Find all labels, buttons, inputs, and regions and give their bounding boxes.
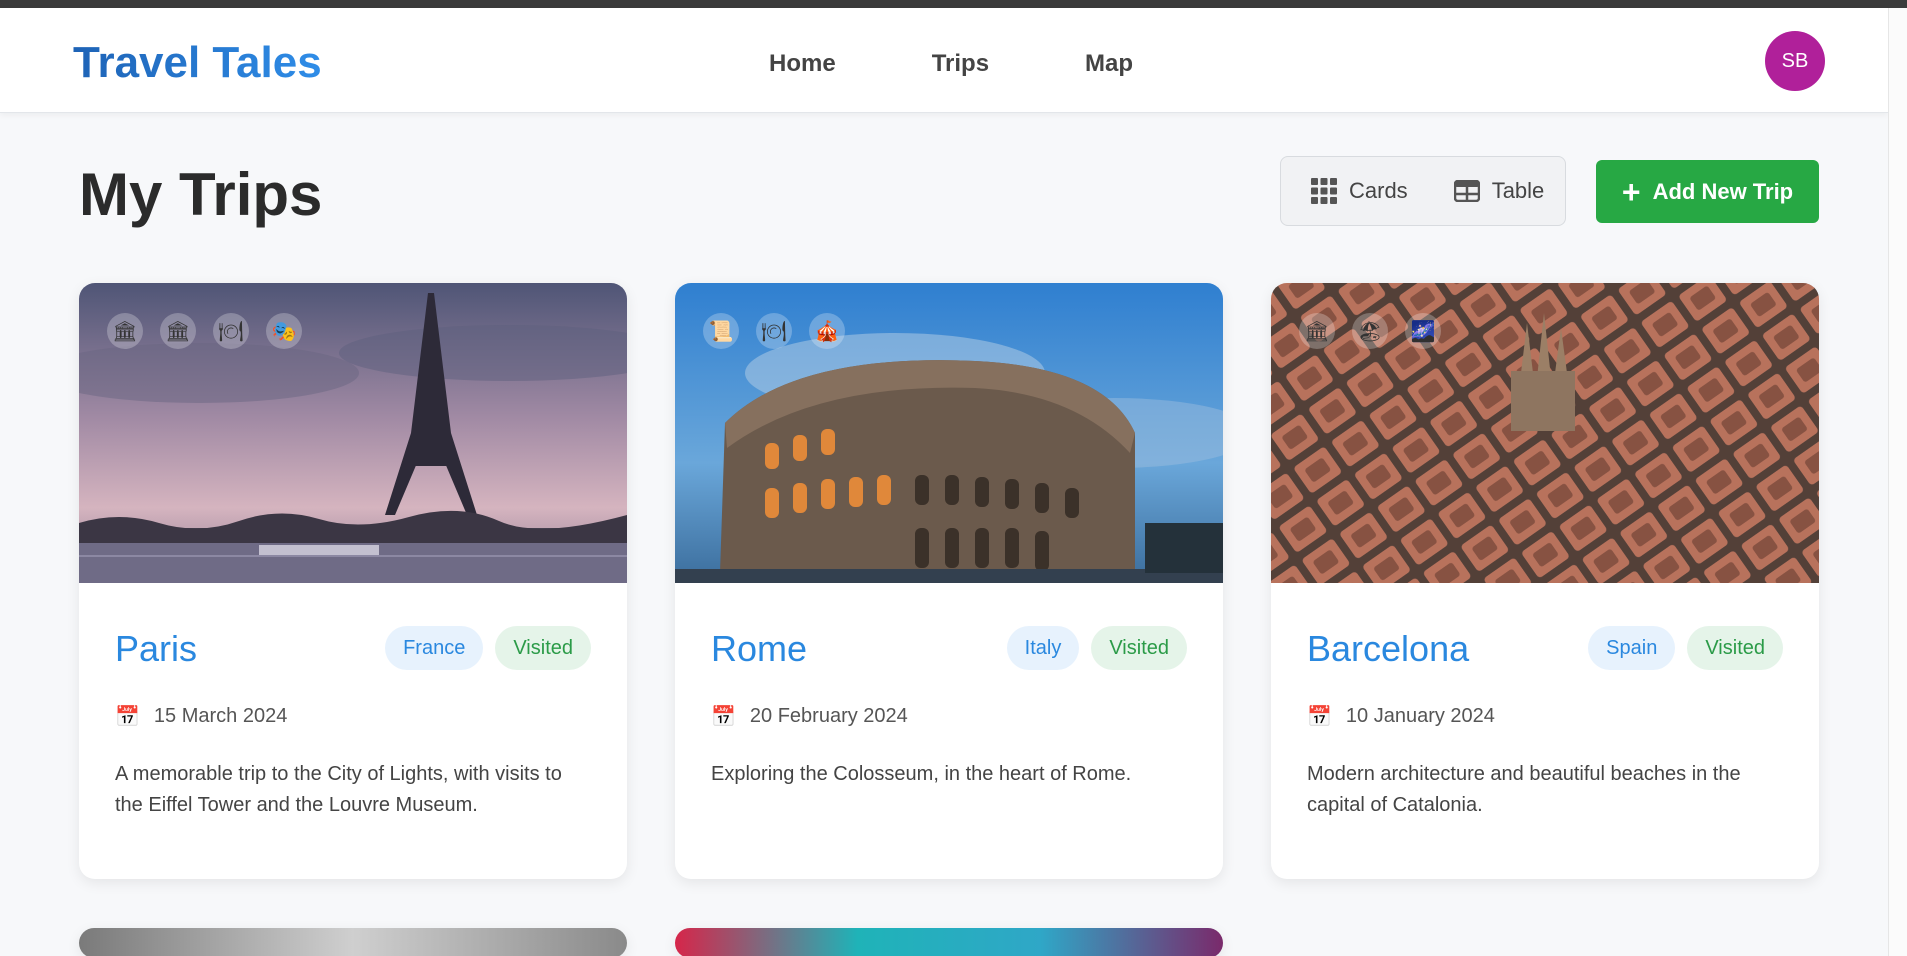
trip-badges: Spain Visited (1588, 626, 1783, 670)
trip-city-name[interactable]: Barcelona (1307, 628, 1469, 670)
add-new-trip-button[interactable]: + Add New Trip (1596, 160, 1819, 223)
trip-city-name[interactable]: Paris (115, 628, 197, 670)
museum-icon: 🏛 (107, 313, 143, 349)
night-sky-icon: 🌌 (1405, 313, 1441, 349)
trip-city-name[interactable]: Rome (711, 628, 807, 670)
app-header: Travel Tales Home Trips Map SB (0, 8, 1888, 113)
dining-icon: 🍽 (213, 313, 249, 349)
cards-view-label: Cards (1349, 178, 1408, 203)
circus-tent-icon: 🎪 (809, 313, 845, 349)
user-avatar[interactable]: SB (1765, 31, 1825, 91)
app-logo[interactable]: Travel Tales (73, 38, 322, 88)
trip-description: Modern architecture and beautiful beache… (1307, 763, 1741, 816)
trip-photo-partial (79, 928, 627, 956)
trip-card-paris[interactable]: 🏛 🏛 🍽 🎭 Paris France Visited 📅 15 March … (79, 283, 627, 879)
scroll-icon: 📜 (703, 313, 739, 349)
activity-icons: 📜 🍽 🎪 (703, 313, 845, 349)
trip-description: Exploring the Colosseum, in the heart of… (711, 763, 1132, 785)
calendar-icon: 📅 (1307, 706, 1332, 728)
museum-icon: 🏛 (1299, 313, 1335, 349)
status-badge: Visited (1091, 626, 1187, 670)
status-badge: Visited (495, 626, 591, 670)
trip-card-partial[interactable] (675, 928, 1223, 956)
calendar-icon: 📅 (711, 706, 736, 728)
trip-date-text: 20 February 2024 (749, 705, 908, 727)
trip-badges: France Visited (385, 626, 591, 670)
trip-date-text: 10 January 2024 (1345, 705, 1495, 727)
table-view-button[interactable]: Table (1453, 178, 1545, 204)
trip-card-barcelona[interactable]: 🏛 🏖 🌌 Barcelona Spain Visited 📅 10 Janua… (1271, 283, 1819, 879)
trip-date-text: 15 March 2024 (153, 705, 288, 727)
trip-date: 📅 20 February 2024 (711, 704, 908, 729)
nav-trips[interactable]: Trips (932, 50, 989, 78)
beach-umbrella-icon: 🏖 (1352, 313, 1388, 349)
trip-description: A memorable trip to the City of Lights, … (115, 763, 562, 816)
country-badge: Italy (1006, 626, 1080, 670)
trip-card-partial[interactable] (79, 928, 627, 956)
trip-photo-eiffel-tower: 🏛 🏛 🍽 🎭 (79, 283, 627, 583)
country-badge: Spain (1588, 626, 1676, 670)
theater-icon: 🎭 (266, 313, 302, 349)
grid-icon (1311, 178, 1337, 204)
trip-photo-sagrada-familia: 🏛 🏖 🌌 (1271, 283, 1819, 583)
country-badge: France (385, 626, 484, 670)
page-scrollbar[interactable] (1888, 8, 1907, 956)
activity-icons: 🏛 🏛 🍽 🎭 (107, 313, 302, 349)
plus-icon: + (1621, 173, 1641, 210)
page-title: My Trips (79, 161, 323, 228)
calendar-icon: 📅 (115, 706, 140, 728)
trip-card-rome[interactable]: 📜 🍽 🎪 Rome Italy Visited 📅 20 February 2… (675, 283, 1223, 879)
nav-map[interactable]: Map (1085, 50, 1133, 78)
table-icon (1453, 180, 1480, 202)
trip-photo-partial (675, 928, 1223, 956)
cards-view-button[interactable]: Cards (1311, 178, 1408, 204)
main-nav: Home Trips Map (769, 50, 1229, 78)
nav-home[interactable]: Home (769, 50, 836, 78)
trip-date: 📅 10 January 2024 (1307, 704, 1495, 729)
window-top-strip (0, 0, 1907, 8)
trip-badges: Italy Visited (1006, 626, 1187, 670)
view-toggle: Cards Table (1280, 156, 1566, 226)
trip-date: 📅 15 March 2024 (115, 704, 287, 729)
status-badge: Visited (1687, 626, 1783, 670)
dining-icon: 🍽 (756, 313, 792, 349)
add-new-trip-label: Add New Trip (1652, 178, 1794, 204)
activity-icons: 🏛 🏖 🌌 (1299, 313, 1441, 349)
trip-photo-colosseum: 📜 🍽 🎪 (675, 283, 1223, 583)
museum-icon: 🏛 (160, 313, 196, 349)
table-view-label: Table (1491, 178, 1545, 203)
